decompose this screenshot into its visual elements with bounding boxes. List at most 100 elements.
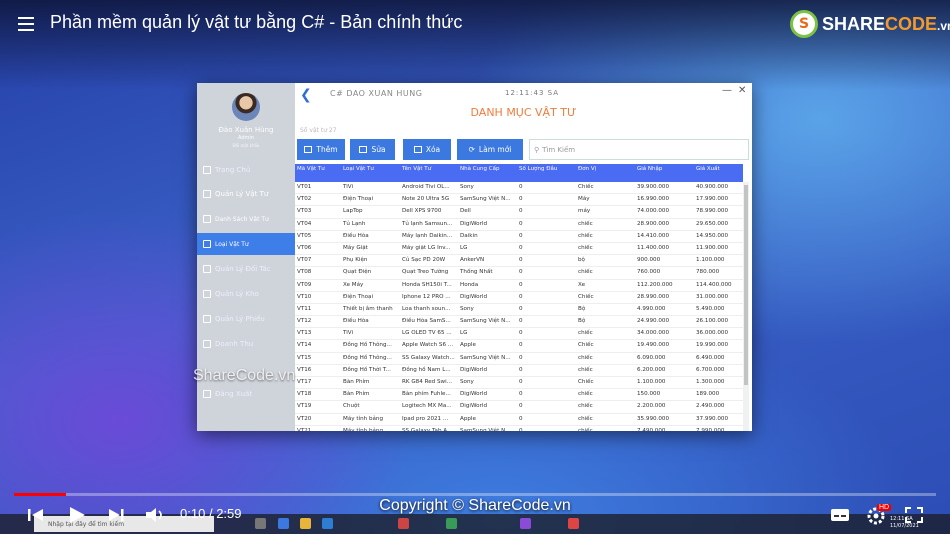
column-header[interactable]: Mã Vật Tư <box>295 164 341 182</box>
sidebar-item-vouchers[interactable]: Quản Lý Phiếu <box>197 308 295 330</box>
table-row[interactable]: VT17 Bàn Phím RK G84 Red Swi... Sony 0 Chiếc 1… <box>295 377 743 390</box>
table-row[interactable]: VT12 Điều Hòa Điều Hòa SamS... SamSung Việt… <box>295 316 743 329</box>
table-cell: Bộ <box>578 318 586 325</box>
table-cell: 112.200.000 <box>637 281 673 288</box>
video-title[interactable]: Phần mềm quản lý vật tư bằng C# - Bản ch… <box>50 12 462 33</box>
table-row[interactable]: VT09 Xe Máy Honda SH150i T... Honda 0 Xe 112.2… <box>295 280 743 292</box>
fullscreen-icon[interactable] <box>904 506 924 524</box>
table-row[interactable]: VT07 Phụ Kiện Củ Sạc PD 20W AnkerVN 0 bộ 900.0… <box>295 255 743 268</box>
table-cell: Điều Hòa <box>343 318 369 325</box>
column-header[interactable]: Tên Vật Tư <box>400 164 458 182</box>
play-icon[interactable] <box>66 505 88 525</box>
table-cell: VT03 <box>297 208 312 215</box>
table-cell: 0 <box>519 354 523 361</box>
sidebar-item-material-list[interactable]: Danh Sách Vật Tư <box>197 208 295 230</box>
task-view-icon[interactable] <box>255 518 266 529</box>
column-header[interactable]: Đơn Vị <box>576 164 635 182</box>
table-row[interactable]: VT03 LapTop Dell XPS 9700 Dell 0 máy 74.000.00… <box>295 206 743 219</box>
subtitles-icon[interactable] <box>830 507 850 523</box>
table-row[interactable]: VT10 Điện Thoại Iphone 12 PRO ... DigiWorld… <box>295 292 743 304</box>
column-header[interactable]: Giá Xuất <box>694 164 743 182</box>
table-cell: Bộ <box>578 305 586 312</box>
office-icon[interactable] <box>398 518 409 529</box>
table-row[interactable]: VT19 Chuột Logitech MX Ma... DigiWorld 0 chiế… <box>295 401 743 414</box>
minimize-button[interactable]: — <box>722 85 732 96</box>
sidebar-item-warehouse[interactable]: Quản Lý Kho <box>197 283 295 305</box>
sidebar-item-home[interactable]: Trang Chủ <box>197 159 295 181</box>
table-cell: VT11 <box>297 305 312 312</box>
sidebar-item-material-type[interactable]: Loại Vật Tư <box>197 233 295 255</box>
table-cell: Điện Thoại <box>343 196 374 203</box>
file-explorer-icon[interactable] <box>300 518 311 529</box>
table-row[interactable]: VT21 Máy tính bảng SS Galaxy Tab A... SamSu… <box>295 426 743 431</box>
table-row[interactable]: VT15 Đồng Hồ Thông... SS Galaxy Watch... Sa… <box>295 353 743 365</box>
table-cell: Máy <box>578 196 590 203</box>
add-button[interactable]: Thêm <box>297 139 345 160</box>
spreadsheet-icon[interactable] <box>446 518 457 529</box>
table-cell: Máy giặt LG Inv... <box>402 244 451 251</box>
table-row[interactable]: VT16 Đồng Hồ Thời T... Đồng hồ Nam L... Dig… <box>295 365 743 377</box>
sidebar-item-material-management[interactable]: Quản Lý Vật Tư <box>197 183 295 205</box>
table-cell: 11.900.000 <box>696 244 729 251</box>
table-row[interactable]: VT18 Bàn Phím Bàn phím Fuhle... DigiWorld 0 c… <box>295 389 743 402</box>
sidebar-item-revenue[interactable]: Doanh Thu <box>197 333 295 355</box>
logo-text-share: SHARE <box>822 13 886 34</box>
table-cell: VT14 <box>297 342 312 349</box>
search-input[interactable]: ⚲ Tìm Kiếm <box>529 139 749 160</box>
table-row[interactable]: VT05 Điều Hòa Máy lạnh Daikin... Daikin 0 chi… <box>295 231 743 243</box>
sidebar-item-partners[interactable]: Quản Lý Đối Tác <box>197 258 295 280</box>
column-header[interactable]: Giá Nhập <box>635 164 694 182</box>
material-count: Số vật tư 27 <box>300 127 337 134</box>
edit-button[interactable]: Sửa <box>350 139 395 160</box>
recording-icon[interactable] <box>568 518 579 529</box>
table-row[interactable]: VT01 TiVi Android Tivi OL... Sony 0 Chiếc 39.9… <box>295 182 743 195</box>
table-row[interactable]: VT13 TiVi LG OLED TV 65 ... LG 0 chiếc 34.000.… <box>295 328 743 341</box>
table-row[interactable]: VT08 Quạt Điện Quạt Treo Tường Thống Nhất 0 c… <box>295 267 743 280</box>
column-header[interactable]: Loại Vật Tư <box>341 164 400 182</box>
table-cell: Honda SH150i T... <box>402 281 452 288</box>
table-cell: Ipad pro 2021 ... <box>402 415 449 422</box>
refresh-icon: ⟳ <box>468 145 475 154</box>
table-cell: Chiếc <box>578 342 594 349</box>
table-row[interactable]: VT20 Máy tính bảng Ipad pro 2021 ... Apple 0… <box>295 414 743 426</box>
table-cell: 5.490.000 <box>696 305 725 312</box>
table-cell: Honda <box>460 281 479 288</box>
table-cell: Apple Watch S6 ... <box>402 342 454 349</box>
table-cell: chiếc <box>578 244 593 251</box>
playlist-menu-icon[interactable] <box>18 17 38 33</box>
column-header[interactable]: Số Lượng Đầu <box>517 164 576 182</box>
delete-button[interactable]: Xóa <box>403 139 451 160</box>
edge-icon[interactable] <box>278 518 289 529</box>
sidebar-item-logout[interactable]: Đăng Xuất <box>197 383 295 405</box>
table-row[interactable]: VT02 Điện Thoại Note 20 Ultra 5G SamSung Vi… <box>295 194 743 207</box>
table-cell: DigiWorld <box>460 403 487 410</box>
scrollbar-thumb[interactable] <box>744 185 748 385</box>
table-cell: VT21 <box>297 427 312 431</box>
table-cell: Sony <box>460 305 474 312</box>
table-cell: 37.990.000 <box>696 415 729 422</box>
volume-icon[interactable] <box>144 506 166 524</box>
table-row[interactable]: VT06 Máy Giặt Máy giặt LG Inv... LG 0 chiếc 11… <box>295 243 743 256</box>
visual-studio-icon[interactable] <box>520 518 531 529</box>
table-cell: 0 <box>519 184 523 190</box>
back-button[interactable]: ❮ <box>300 87 312 103</box>
table-cell: 0 <box>519 257 523 264</box>
change-password-link[interactable]: Đổi mật khẩu <box>197 143 295 148</box>
column-header[interactable]: Nhà Cung Cấp <box>458 164 517 182</box>
store-icon[interactable] <box>322 518 333 529</box>
table-cell: Chuột <box>343 403 360 410</box>
next-icon[interactable] <box>106 506 126 524</box>
previous-icon[interactable] <box>26 506 46 524</box>
table-scrollbar[interactable] <box>743 182 749 431</box>
table-cell: 1.300.000 <box>696 379 725 385</box>
table-row[interactable]: VT04 Tủ Lạnh Tủ lạnh Samsun... DigiWorld 0 ch… <box>295 219 743 231</box>
sharecode-logo: S SHARECODE.vn <box>790 10 950 38</box>
user-role: Admin <box>238 135 254 141</box>
table-cell: 19.490.000 <box>637 342 670 349</box>
video-progress-bar[interactable] <box>14 493 936 496</box>
close-button[interactable]: ✕ <box>738 85 746 96</box>
table-cell: chiếc <box>578 403 593 410</box>
table-row[interactable]: VT14 Đồng Hồ Thông... Apple Watch S6 ... Ap… <box>295 340 743 353</box>
table-row[interactable]: VT11 Thiết bị âm thanh Loa thanh soun... So… <box>295 304 743 317</box>
refresh-button[interactable]: ⟳ Làm mới <box>457 139 523 160</box>
